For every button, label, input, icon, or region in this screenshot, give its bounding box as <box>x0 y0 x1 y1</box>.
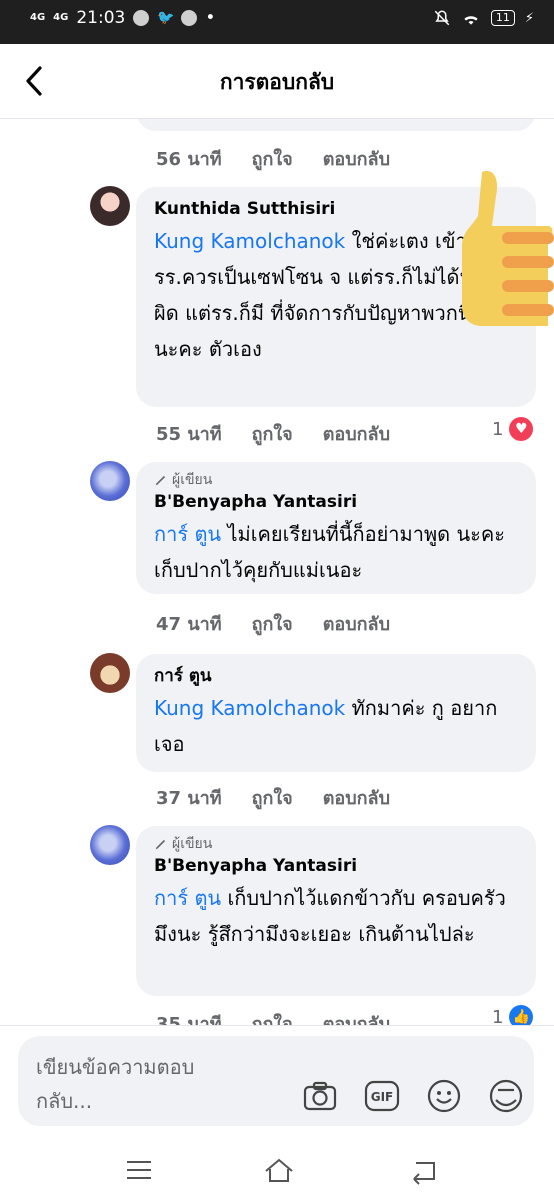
reaction-count: 1 <box>492 1006 504 1026</box>
author-badge: ผู้เขียน <box>154 834 518 854</box>
comment-bubble[interactable]: ผู้เขียน B'Benyapha Yantasiri การ์ ตูน เ… <box>136 826 536 996</box>
svg-text:GIF: GIF <box>371 1090 394 1104</box>
twitter-icon: 🐦 <box>157 10 175 26</box>
author-badge: ผู้เขียน <box>154 470 518 490</box>
mention-link[interactable]: Kung Kamolchanok <box>154 229 345 253</box>
mention-link[interactable]: การ์ ตูน <box>154 522 221 546</box>
reaction-count: 1 <box>492 418 504 440</box>
comment-meta: 35 นาที ถูกใจ ตอบกลับ <box>156 1009 390 1025</box>
comment-time: 37 นาที <box>156 788 222 809</box>
page-title: การตอบกลับ <box>219 70 335 94</box>
like-link[interactable]: ถูกใจ <box>252 419 293 448</box>
pencil-icon <box>155 839 166 850</box>
avatar[interactable] <box>90 461 130 501</box>
reply-link[interactable]: ตอบกลับ <box>323 144 390 173</box>
compass-icon <box>181 10 198 26</box>
reply-link[interactable]: ตอบกลับ <box>323 783 390 812</box>
comment-bubble[interactable]: ผู้เขียน B'Benyapha Yantasiri การ์ ตูน ไ… <box>136 462 536 594</box>
avatar[interactable] <box>90 825 130 865</box>
like-link[interactable]: ถูกใจ <box>252 1009 293 1025</box>
comment-text: การ์ ตูน ไม่เคยเรียนที่นี้ก็อย่ามาพูด นะ… <box>154 522 506 582</box>
comment-meta: 47 นาที ถูกใจ ตอบกลับ <box>156 609 390 638</box>
comment-bubble[interactable]: การ์ ตูน Kung Kamolchanok ทักมาค่ะ กู อย… <box>136 654 536 772</box>
reply-link[interactable]: ตอบกลับ <box>323 1009 390 1025</box>
reply-composer: เขียนข้อความตอบกลับ... GIF <box>0 1025 554 1146</box>
back-nav-icon[interactable] <box>408 1155 438 1185</box>
avatar[interactable] <box>90 653 130 693</box>
mention-link[interactable]: การ์ ตูน <box>154 886 221 910</box>
comment-text: การ์ ตูน เก็บปากไว้แดกข้าวกับ ครอบครัวมึ… <box>154 886 506 946</box>
messenger-icon <box>133 10 150 26</box>
comment-bubble-partial <box>136 119 536 131</box>
comment-time: 55 นาที <box>156 424 222 445</box>
comment-time: 56 นาที <box>156 149 222 170</box>
comment-meta: 56 นาที ถูกใจ ตอบกลับ <box>156 144 390 173</box>
comment-time: 47 นาที <box>156 614 222 635</box>
thumbs-up-sticker-icon <box>462 171 554 326</box>
charging-icon: ⚡ <box>524 10 534 26</box>
reply-link[interactable]: ตอบกลับ <box>323 419 390 448</box>
reaction-summary[interactable]: 1 👍 <box>492 1005 534 1026</box>
avatar[interactable] <box>90 186 130 226</box>
comment-time: 35 นาที <box>156 1014 222 1025</box>
reaction-summary[interactable]: 1 ♥ <box>492 417 534 441</box>
reply-link[interactable]: ตอบกลับ <box>323 609 390 638</box>
like-link[interactable]: ถูกใจ <box>252 609 293 638</box>
emoji-icon[interactable] <box>426 1078 462 1114</box>
clock: 21:03 <box>76 8 126 28</box>
network-indicator-2: 4G <box>53 12 69 23</box>
comment-author[interactable]: การ์ ตูน <box>154 664 518 688</box>
network-indicator-1: 4G <box>30 12 46 23</box>
like-link[interactable]: ถูกใจ <box>252 144 293 173</box>
reply-placeholder: เขียนข้อความตอบกลับ... <box>36 1055 195 1113</box>
mention-link[interactable]: Kung Kamolchanok <box>154 696 345 720</box>
comment-author[interactable]: B'Benyapha Yantasiri <box>154 490 518 514</box>
comment-text: Kung Kamolchanok ทักมาค่ะ กู อยากเจอ <box>154 696 498 756</box>
thumbs-up-icon: 👍 <box>509 1005 534 1025</box>
more-dots-icon: • <box>205 8 216 28</box>
sticker-icon[interactable] <box>488 1078 524 1114</box>
mute-icon <box>434 10 450 26</box>
battery-indicator: 11 <box>490 10 515 26</box>
status-bar: 4G 4G 21:03 🐦 • 11 ⚡ <box>0 0 554 44</box>
like-link[interactable]: ถูกใจ <box>252 783 293 812</box>
home-icon[interactable] <box>262 1155 296 1185</box>
system-nav-bar <box>0 1145 554 1200</box>
gif-icon[interactable]: GIF <box>364 1078 400 1114</box>
header: การตอบกลับ <box>0 44 554 119</box>
wifi-icon <box>464 16 478 25</box>
comment-meta: 55 นาที ถูกใจ ตอบกลับ <box>156 419 390 448</box>
camera-icon[interactable] <box>302 1078 338 1114</box>
comment-author[interactable]: B'Benyapha Yantasiri <box>154 854 518 878</box>
menu-icon[interactable] <box>124 1155 154 1185</box>
comment-meta: 37 นาที ถูกใจ ตอบกลับ <box>156 783 390 812</box>
heart-icon: ♥ <box>509 417 534 441</box>
pencil-icon <box>155 475 166 486</box>
